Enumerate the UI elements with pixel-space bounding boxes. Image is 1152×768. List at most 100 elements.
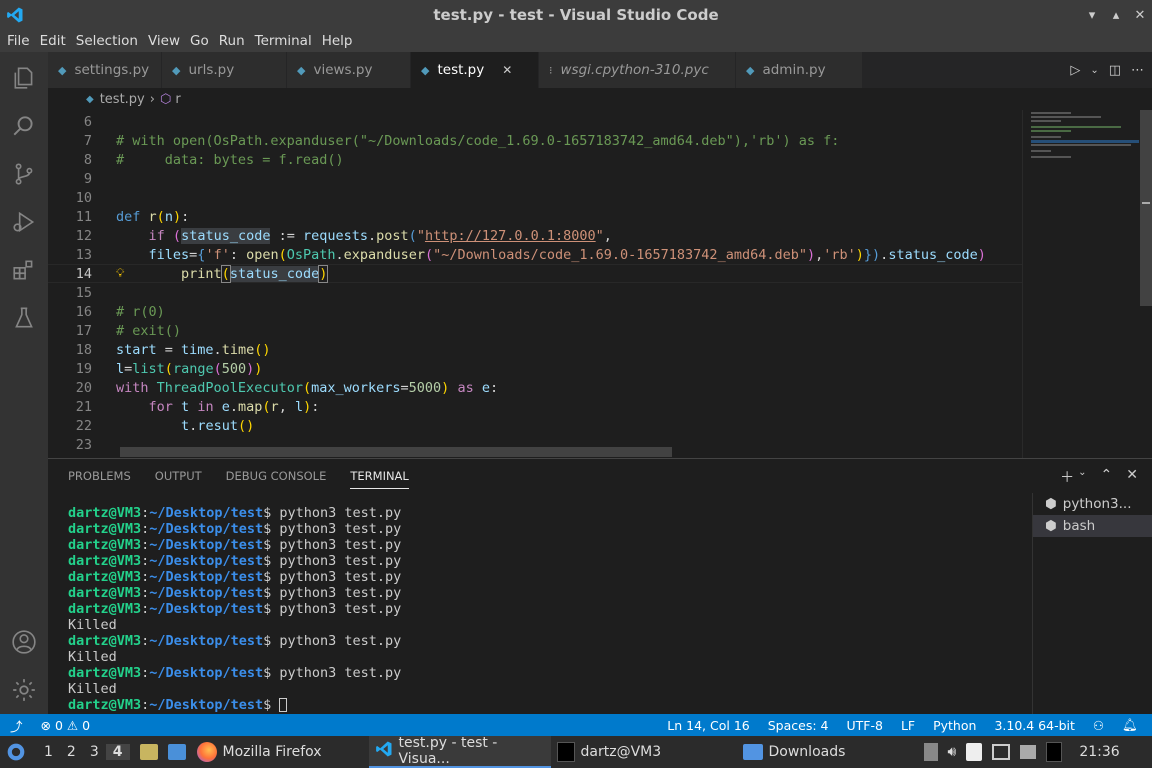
minimap[interactable] [1022, 110, 1139, 458]
terminal-line: dartz@VM3:~/Desktop/test$ python3 test.p… [68, 633, 402, 649]
python-interpreter[interactable]: 3.10.4 64-bit [985, 718, 1083, 733]
code-line[interactable]: 21 for t in e.map(r, l): [48, 397, 1022, 416]
taskbar-terminal[interactable]: dartz@VM3 [551, 736, 737, 768]
code-line[interactable]: 19 l=list(range(500)) [48, 359, 1022, 378]
code-line[interactable]: 16 # r(0) [48, 302, 1022, 321]
clipboard-tray-icon[interactable] [919, 736, 943, 768]
run-python-file-icon[interactable]: ▷ [1070, 63, 1080, 78]
account-icon[interactable] [0, 618, 48, 666]
menu-run[interactable]: Run [214, 33, 250, 49]
manage-gear-icon[interactable] [0, 666, 48, 714]
vscode-logo-icon [0, 0, 30, 30]
code-line[interactable]: 20 with ThreadPoolExecutor(max_workers=50… [48, 378, 1022, 397]
run-debug-icon[interactable] [0, 198, 48, 246]
maximize-panel-icon[interactable]: ⌃ [1101, 467, 1113, 487]
menu-file[interactable]: File [2, 33, 35, 49]
extensions-icon[interactable] [0, 246, 48, 294]
code-text: print(status_code) [181, 264, 329, 283]
menu-help[interactable]: Help [317, 33, 358, 49]
code-line[interactable]: 6 [48, 112, 1022, 131]
remote-indicator-icon[interactable]: ⤴ [0, 716, 32, 735]
code-line[interactable]: 13 files={'f': open(OsPath.expanduser("~… [48, 245, 1022, 264]
tab-urls-py[interactable]: ◆ urls.py [162, 52, 287, 88]
language-mode[interactable]: Python [924, 718, 985, 733]
workspace-2[interactable]: 2 [60, 744, 83, 760]
taskbar-downloads[interactable]: Downloads [737, 736, 919, 768]
split-editor-icon[interactable]: ◫ [1109, 63, 1121, 78]
terminal-item-python3[interactable]: ⬢ python3... [1033, 493, 1152, 515]
terminal-dropdown-icon[interactable]: ⌄ [1078, 467, 1086, 487]
testing-flask-icon[interactable] [0, 294, 48, 342]
more-actions-icon[interactable]: ⋯ [1131, 63, 1144, 78]
code-line[interactable]: 12 if (status_code := requests.post("htt… [48, 226, 1022, 245]
code-line[interactable]: 18 start = time.time() [48, 340, 1022, 359]
tab-admin-py[interactable]: ◆ admin.py [736, 52, 863, 88]
code-line[interactable]: 9 [48, 169, 1022, 188]
source-control-icon[interactable] [0, 150, 48, 198]
tab-settings-py[interactable]: ◆ settings.py [48, 52, 162, 88]
file-manager-launcher-icon[interactable] [135, 736, 163, 768]
chat-tray-icon[interactable] [1015, 736, 1041, 768]
problems-indicator[interactable]: ⊗ 0 ⚠ 0 [32, 718, 100, 733]
menu-terminal[interactable]: Terminal [250, 33, 317, 49]
explorer-icon[interactable] [0, 54, 48, 102]
end-of-line[interactable]: LF [892, 718, 924, 733]
code-text: for t in e.map(r, l): [148, 398, 320, 415]
code-line[interactable]: 22 t.resut() [48, 416, 1022, 435]
menu-view[interactable]: View [143, 33, 185, 49]
taskbar-vscode[interactable]: test.py - test - Visua... [368, 735, 551, 768]
taskbar-firefox[interactable]: Mozilla Firefox [191, 736, 369, 768]
notifications-bell-icon[interactable]: 🔔︎ [1113, 717, 1152, 733]
tab-debug-console[interactable]: DEBUG CONSOLE [226, 469, 327, 489]
indentation[interactable]: Spaces: 4 [759, 718, 838, 733]
code-line[interactable]: 10 [48, 188, 1022, 207]
menu-go[interactable]: Go [185, 33, 214, 49]
menu-edit[interactable]: Edit [35, 33, 71, 49]
workspace-3[interactable]: 3 [83, 744, 106, 760]
code-editor[interactable]: 6 7 # with open(OsPath.expanduser("~/Downl… [48, 110, 1022, 458]
encoding[interactable]: UTF-8 [837, 718, 891, 733]
desktop-launcher-icon[interactable] [163, 736, 191, 768]
terminal-line: dartz@VM3:~/Desktop/test$ python3 test.p… [68, 521, 402, 537]
terminal-item-bash[interactable]: ⬢ bash [1033, 515, 1152, 537]
close-panel-icon[interactable]: ✕ [1126, 467, 1138, 487]
code-line[interactable]: 8 # data: bytes = f.read() [48, 150, 1022, 169]
run-dropdown-chevron-icon[interactable]: ⌄ [1090, 65, 1098, 76]
new-terminal-icon[interactable]: ＋ [1060, 467, 1074, 487]
code-line[interactable]: 17 # exit() [48, 321, 1022, 340]
maximize-button[interactable]: ▴ [1104, 8, 1128, 23]
menu-selection[interactable]: Selection [71, 33, 143, 49]
workspace-1[interactable]: 1 [37, 744, 60, 760]
close-window-button[interactable]: ✕ [1128, 8, 1152, 23]
code-line[interactable]: 14 💡︎ print(status_code) [48, 264, 1022, 283]
cursor-position[interactable]: Ln 14, Col 16 [658, 718, 758, 733]
search-icon[interactable] [0, 102, 48, 150]
editor-scrollbar[interactable] [1140, 110, 1152, 458]
workspace-4[interactable]: 4 [105, 744, 130, 760]
code-line[interactable]: 15 [48, 283, 1022, 302]
breadcrumb-symbol[interactable]: r [175, 92, 180, 107]
tab-problems[interactable]: PROBLEMS [68, 469, 131, 489]
start-menu-icon[interactable] [0, 736, 32, 768]
horizontal-scrollbar[interactable] [120, 447, 672, 457]
code-line[interactable]: 7 # with open(OsPath.expanduser("~/Downlo… [48, 131, 1022, 150]
tab-test-py[interactable]: ◆ test.py ✕ [411, 52, 539, 88]
taskbar: 1 2 3 4 Mozilla Firefox test.py - test -… [0, 735, 1152, 768]
breadcrumb-file[interactable]: test.py [100, 92, 145, 107]
volume-icon[interactable]: 🔊︎ [943, 736, 962, 768]
tab-terminal[interactable]: TERMINAL [350, 469, 409, 489]
terminal-output[interactable]: dartz@VM3:~/Desktop/test$ python3 test.p… [68, 505, 1028, 713]
battery-tray-icon[interactable] [961, 736, 987, 768]
line-number: 11 [75, 208, 92, 225]
tab-output[interactable]: OUTPUT [155, 469, 202, 489]
code-line[interactable]: 11 def r(n): [48, 207, 1022, 226]
editor-tabs: ◆ settings.py ◆ urls.py ◆ views.py ◆ test.py… [48, 52, 1152, 88]
tab-wsgi-pyc[interactable]: ⁝ wsgi.cpython-310.pyc [539, 52, 736, 88]
close-tab-icon[interactable]: ✕ [502, 63, 512, 77]
network-tray-icon[interactable] [987, 736, 1015, 768]
line-number: 21 [75, 398, 92, 415]
minimize-button[interactable]: ▾ [1080, 8, 1104, 23]
feedback-icon[interactable]: ⚇ [1084, 718, 1113, 733]
terminal-tray-icon[interactable] [1041, 736, 1067, 768]
tab-views-py[interactable]: ◆ views.py [287, 52, 411, 88]
